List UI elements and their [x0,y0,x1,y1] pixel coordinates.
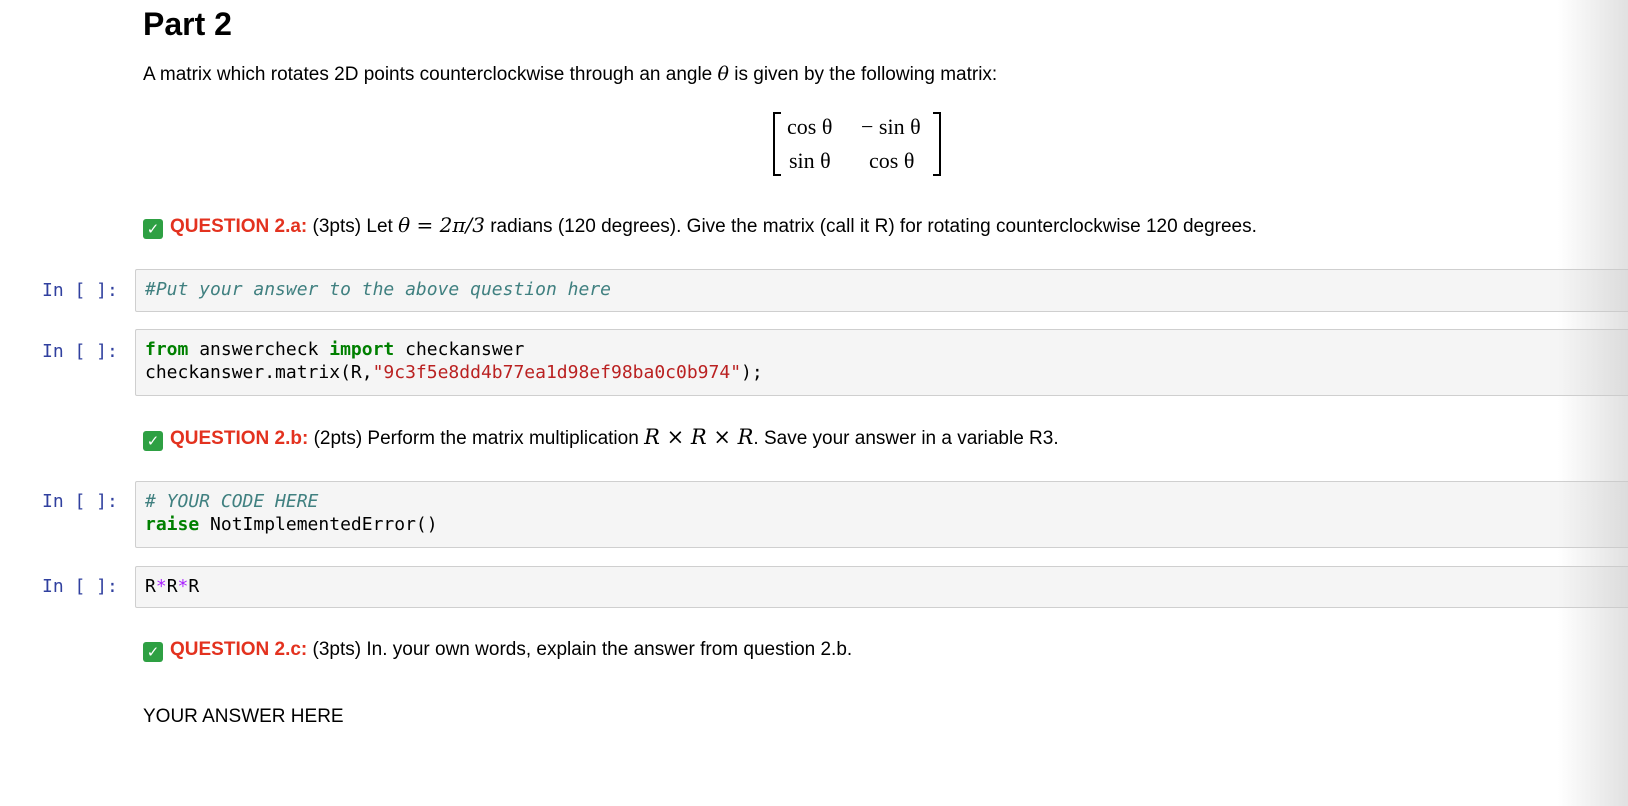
cell-prompt: In [ ]: [42,491,118,512]
intro-paragraph: A matrix which rotates 2D points counter… [143,63,997,86]
theta-symbol: θ [717,63,729,85]
code-token: checkanswer.matrix(R, [145,362,373,383]
code-token: checkanswer [394,339,525,360]
cell-prompt: In [ ]: [42,280,118,301]
question-2b: ✓ QUESTION 2.b: (2pts) Perform the matrix… [143,425,1059,451]
code-line: raise NotImplementedError() [145,513,1625,536]
check-mark-icon: ✓ [143,219,163,239]
code-cell-your-code[interactable]: # YOUR CODE HERE raise NotImplementedErro… [135,481,1628,548]
code-token: answercheck [188,339,330,360]
code-cell-answer-2a[interactable]: #Put your answer to the above question h… [135,269,1628,312]
question-text: (3pts) In. your own words, explain the a… [312,639,853,660]
code-line: checkanswer.matrix(R,"9c3f5e8dd4b77ea1d9… [145,361,1625,384]
code-token: * [155,576,167,597]
question-math: R × R × R [644,425,754,449]
check-mark-icon: ✓ [143,642,163,662]
code-line: # YOUR CODE HERE [145,490,1625,513]
matrix-right-bracket [933,112,941,176]
matrix-cell-r2c2: cos θ [869,148,915,173]
code-line: R*R*R [145,575,1625,598]
check-mark-icon: ✓ [143,431,163,451]
cell-prompt: In [ ]: [42,341,118,362]
question-points: (3pts) Let [312,216,393,237]
code-token: "9c3f5e8dd4b77ea1d98ef98ba0c0b974" [372,362,742,383]
question-label: QUESTION 2.a: [170,216,308,237]
intro-text-before: A matrix which rotates 2D points counter… [143,64,713,85]
matrix-left-bracket [773,112,781,176]
question-points: (2pts) Perform the matrix multiplication [313,428,639,449]
code-cell-checkanswer[interactable]: from answercheck import checkanswer check… [135,329,1628,396]
question-text: . Save your answer in a variable R3. [753,428,1059,449]
question-label: QUESTION 2.b: [170,428,309,449]
code-token: import [329,339,395,360]
rotation-matrix: cos θ − sin θ sin θ cos θ [773,112,941,176]
code-token: R [166,576,178,597]
code-token: * [177,576,189,597]
window-edge-shadow [1558,0,1628,806]
intro-text-after: is given by the following matrix: [734,64,998,85]
code-token: R [145,576,156,597]
code-token: R [188,576,200,597]
code-line: from answercheck import checkanswer [145,338,1625,361]
question-label: QUESTION 2.c: [170,639,308,660]
question-math: θ = 2π/3 [398,213,485,237]
part-title: Part 2 [143,6,232,42]
question-2c: ✓ QUESTION 2.c: (3pts) In. your own words… [143,639,852,662]
code-token: ); [741,362,763,383]
code-token: #Put your answer to the above question h… [145,279,611,300]
code-token: from [145,339,189,360]
notebook-page: Part 2 A matrix which rotates 2D points … [0,0,1628,806]
code-token: raise [145,514,200,535]
matrix-cell-r1c1: cos θ [787,114,833,139]
code-cell-rrr[interactable]: R*R*R [135,566,1628,608]
question-2a: ✓ QUESTION 2.a: (3pts) Let θ = 2π/3 radia… [143,213,1257,239]
answer-text[interactable]: YOUR ANSWER HERE [143,706,344,728]
cell-prompt: In [ ]: [42,576,118,597]
matrix-cell-r2c1: sin θ [789,148,831,173]
code-token: NotImplementedError() [199,514,438,535]
code-line: #Put your answer to the above question h… [145,278,1625,301]
question-text: radians (120 degrees). Give the matrix (… [490,216,1257,237]
matrix-cell-r1c2: − sin θ [861,114,921,139]
code-token: # YOUR CODE HERE [145,491,319,512]
